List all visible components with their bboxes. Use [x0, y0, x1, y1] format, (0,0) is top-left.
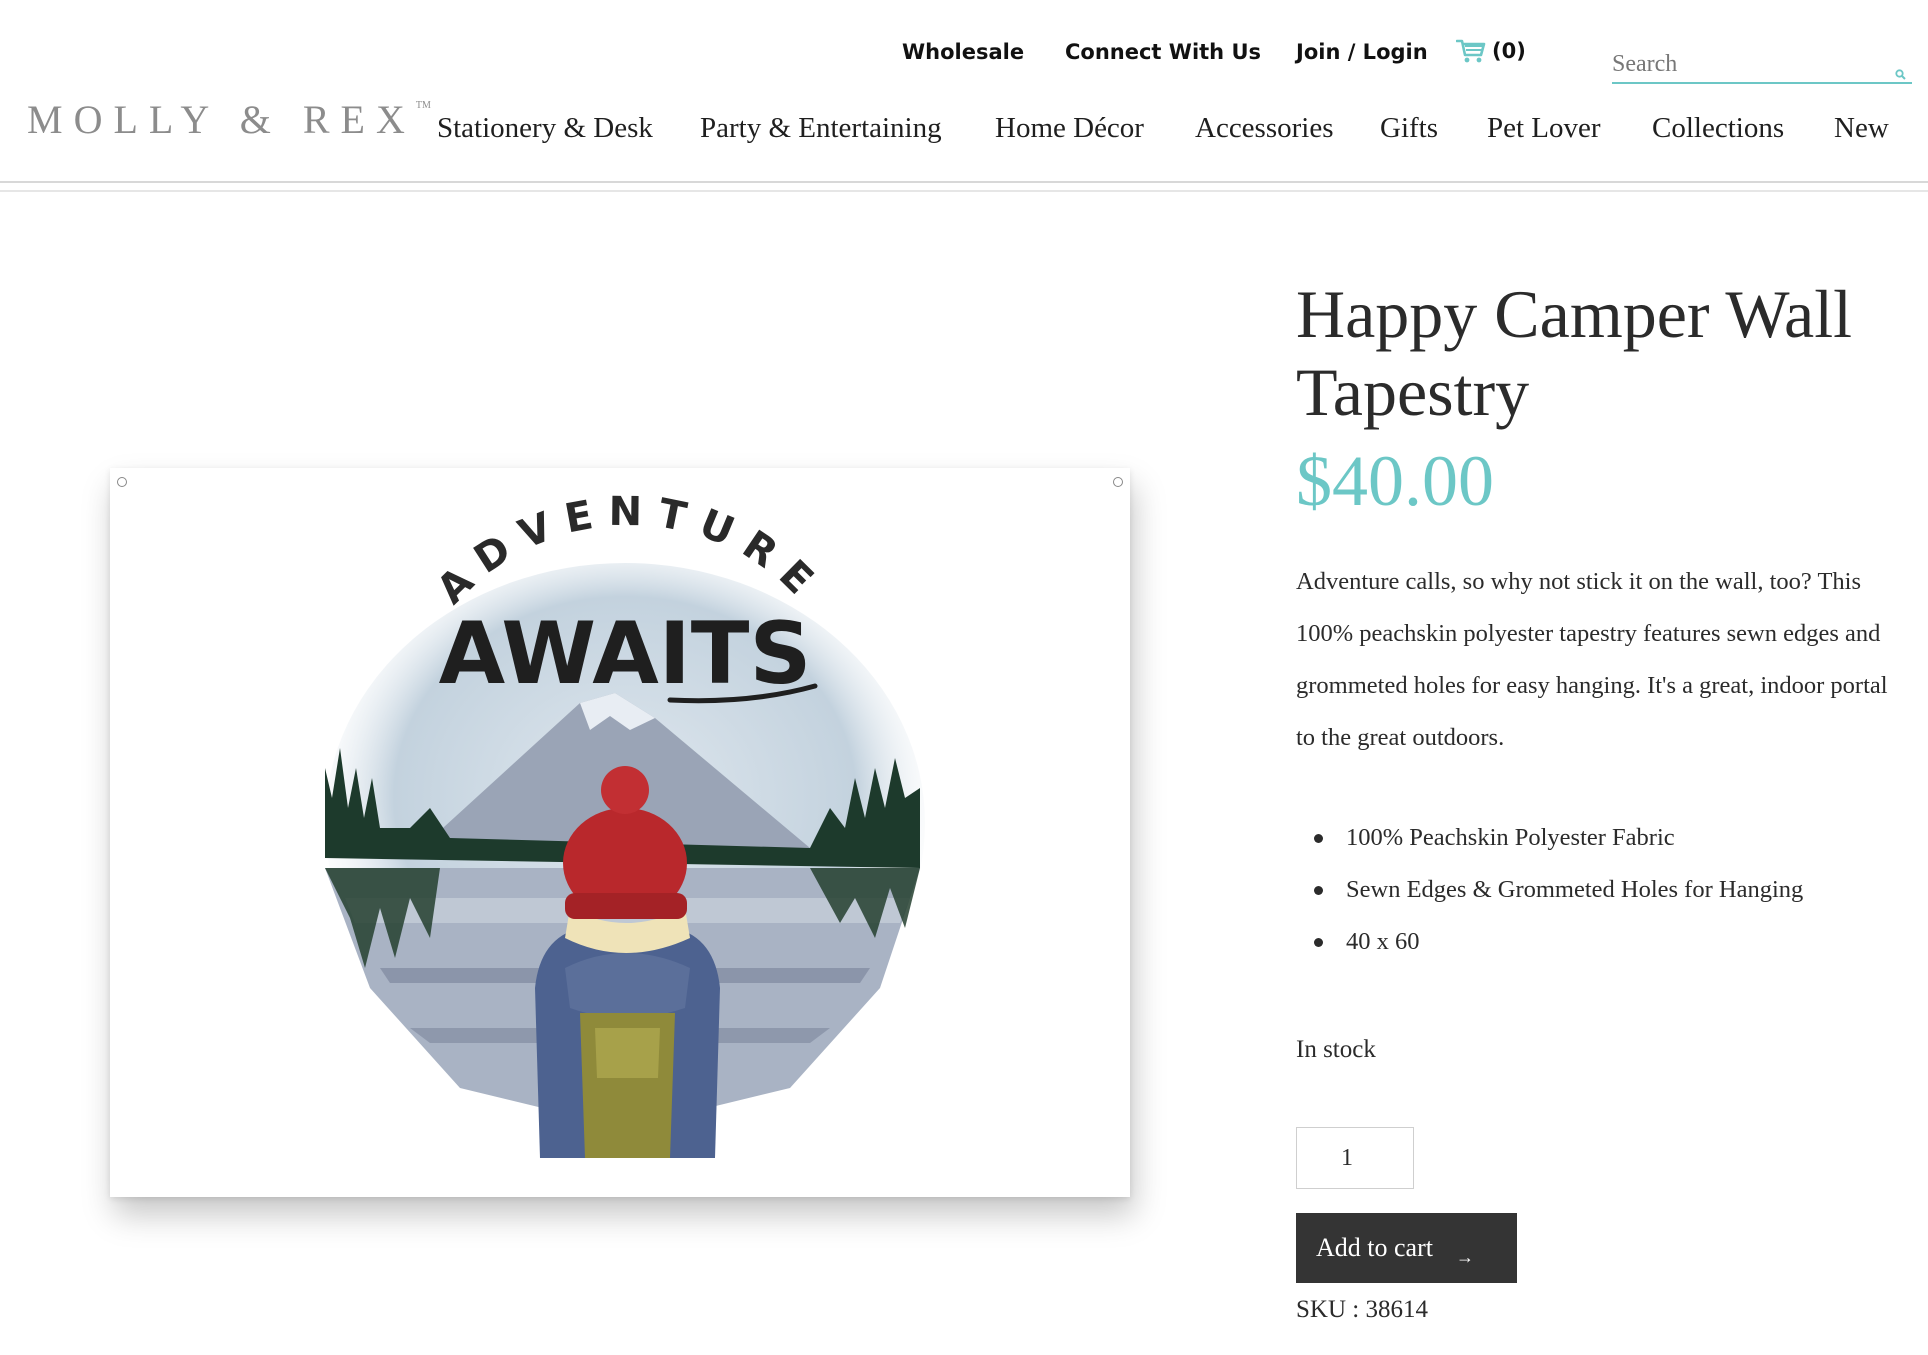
- feature-text: Sewn Edges & Grommeted Holes for Hanging: [1346, 876, 1804, 903]
- quantity-input[interactable]: [1296, 1127, 1414, 1189]
- cart-count: (0): [1492, 39, 1526, 63]
- bullet-icon: [1314, 938, 1323, 947]
- main-nav: Stationery & Desk Party & Entertaining H…: [0, 112, 1928, 152]
- nav-item-accessories[interactable]: Accessories: [1195, 112, 1334, 145]
- search-icon[interactable]: [1895, 61, 1906, 85]
- feature-text: 40 x 60: [1346, 928, 1420, 955]
- wholesale-link[interactable]: Wholesale: [902, 40, 1024, 64]
- stock-status: In stock: [1296, 1036, 1376, 1063]
- product-image[interactable]: ADVENTURE AWAITS: [110, 468, 1130, 1197]
- image-main-text: AWAITS: [439, 604, 812, 704]
- nav-item-gifts[interactable]: Gifts: [1380, 112, 1438, 145]
- product-price: $40.00: [1296, 441, 1494, 521]
- nav-item-pet-lover[interactable]: Pet Lover: [1487, 112, 1601, 145]
- nav-item-home-decor[interactable]: Home Décor: [995, 112, 1144, 145]
- list-item: 100% Peachskin Polyester Fabric: [1296, 812, 1896, 864]
- list-item: 40 x 60: [1296, 916, 1896, 968]
- nav-item-collections[interactable]: Collections: [1652, 112, 1784, 145]
- login-link[interactable]: Join / Login: [1296, 40, 1428, 64]
- feature-list: 100% Peachskin Polyester Fabric Sewn Edg…: [1296, 812, 1896, 968]
- add-to-cart-button[interactable]: Add to cart →: [1296, 1213, 1517, 1283]
- header-divider: [0, 181, 1928, 183]
- bullet-icon: [1314, 886, 1323, 895]
- search-input[interactable]: [1612, 48, 1872, 80]
- trademark-mark: TM: [415, 100, 431, 111]
- connect-link[interactable]: Connect With Us: [1065, 40, 1261, 64]
- product-title: Happy Camper Wall Tapestry: [1296, 276, 1853, 430]
- product-sku: SKU : 38614: [1296, 1296, 1428, 1323]
- search-box: [1612, 48, 1912, 84]
- nav-item-party[interactable]: Party & Entertaining: [700, 112, 942, 145]
- add-to-cart-label: Add to cart: [1316, 1233, 1433, 1262]
- utility-nav: Wholesale Connect With Us Join / Login (…: [0, 38, 1928, 84]
- cart-button[interactable]: (0): [1456, 38, 1526, 64]
- header-divider-secondary: [0, 190, 1928, 192]
- feature-text: 100% Peachskin Polyester Fabric: [1346, 824, 1675, 851]
- tapestry-illustration: ADVENTURE AWAITS: [325, 489, 925, 1158]
- bullet-icon: [1314, 834, 1323, 843]
- cart-icon: [1456, 38, 1486, 64]
- site-header: Wholesale Connect With Us Join / Login (…: [0, 0, 1928, 192]
- nav-item-new[interactable]: New: [1834, 112, 1889, 145]
- product-description: Adventure calls, so why not stick it on …: [1296, 568, 1888, 751]
- arrow-right-icon: →: [1456, 1247, 1474, 1267]
- nav-item-stationery[interactable]: Stationery & Desk: [437, 112, 653, 145]
- list-item: Sewn Edges & Grommeted Holes for Hanging: [1296, 864, 1896, 916]
